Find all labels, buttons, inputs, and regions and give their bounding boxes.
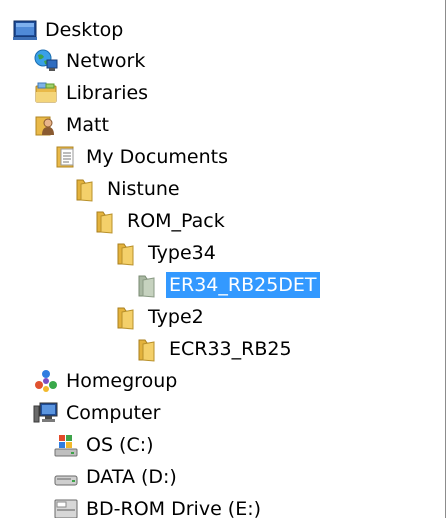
tree-item-label: ECR33_RB25: [169, 338, 292, 360]
tree-item-type34[interactable]: Type34: [115, 238, 219, 268]
folder-icon: [138, 339, 155, 362]
tree-item-network[interactable]: Network: [33, 46, 148, 76]
tree-item-label: Nistune: [107, 178, 180, 200]
tree-item-label: Type2: [148, 306, 204, 328]
tree-item-data-d[interactable]: DATA (D:): [53, 462, 180, 492]
tree-item-label-selected: ER34_RB25DET: [166, 272, 320, 298]
tree-item-label: Homegroup: [66, 370, 178, 392]
tree-item-label: OS (C:): [86, 434, 154, 456]
tree-item-nistune[interactable]: Nistune: [74, 174, 183, 204]
navigation-tree[interactable]: Desktop Network Libraries Matt My Docume…: [0, 0, 446, 518]
tree-item-label: Type34: [148, 242, 216, 264]
tree-item-label: Network: [66, 50, 146, 72]
tree-item-computer[interactable]: Computer: [33, 398, 163, 428]
tree-item-label: My Documents: [86, 146, 229, 168]
tree-item-ecr33-rb25[interactable]: ECR33_RB25: [136, 334, 295, 364]
tree-item-matt[interactable]: Matt: [33, 110, 112, 140]
tree-item-my-documents[interactable]: My Documents: [53, 142, 231, 172]
tree-item-label: Matt: [66, 114, 109, 136]
tree-item-rom-pack[interactable]: ROM_Pack: [94, 206, 228, 236]
optical-drive-icon: [54, 499, 78, 518]
tree-item-er34-rb25det[interactable]: ER34_RB25DET: [136, 270, 320, 300]
hard-drive-icon: [54, 475, 78, 486]
tree-item-desktop[interactable]: Desktop: [12, 15, 126, 45]
tree-item-label: ROM_Pack: [127, 210, 225, 232]
folder-icon: [138, 275, 155, 298]
tree-item-label: Libraries: [66, 82, 149, 104]
tree-item-label: BD-ROM Drive (E:): [86, 498, 262, 518]
folder-icon: [117, 243, 134, 266]
tree-item-homegroup[interactable]: Homegroup: [33, 366, 180, 396]
tree-item-label: Desktop: [45, 19, 124, 41]
computer-icon: [33, 402, 58, 423]
tree-item-libraries[interactable]: Libraries: [33, 78, 151, 108]
windows-drive-icon: [54, 435, 78, 457]
folder-icon: [117, 307, 134, 330]
libraries-icon: [35, 82, 57, 103]
folder-icon: [96, 211, 113, 234]
tree-item-os-c[interactable]: OS (C:): [53, 430, 157, 460]
network-icon: [34, 49, 58, 71]
desktop-icon: [13, 20, 37, 40]
folder-icon: [76, 179, 93, 202]
tree-item-type2[interactable]: Type2: [115, 302, 207, 332]
tree-item-bd-rom-e[interactable]: BD-ROM Drive (E:): [53, 494, 264, 518]
tree-item-label: Computer: [66, 402, 161, 424]
tree-item-label: DATA (D:): [86, 466, 177, 488]
documents-icon: [56, 146, 74, 168]
user-folder-icon: [35, 116, 54, 136]
homegroup-icon: [35, 370, 57, 392]
